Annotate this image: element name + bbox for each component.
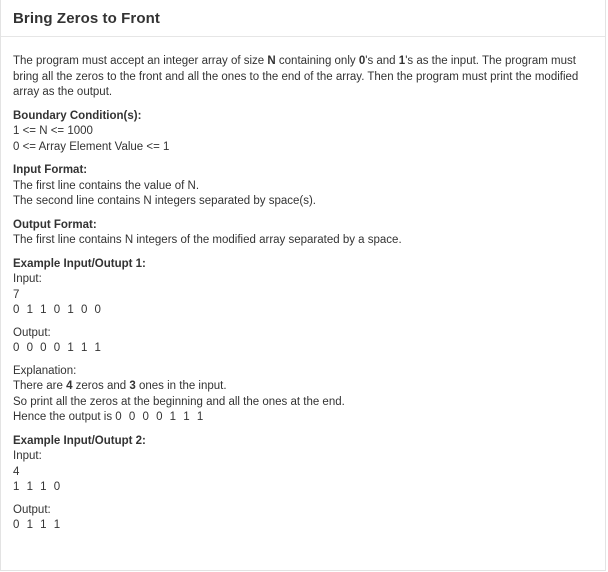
desc-text-2: containing only <box>275 55 359 67</box>
output-format-section: Output Format: The first line contains N… <box>13 218 598 249</box>
example-1-input-label: Input: <box>13 273 42 285</box>
output-format-label: Output Format: <box>13 218 97 231</box>
boundary-section: Boundary Condition(s): 1 <= N <= 1000 0 … <box>13 109 598 156</box>
example-2-output-label: Output: <box>13 503 51 516</box>
example-2-section: Example Input/Outupt 2: Input: 4 1 1 1 0… <box>13 434 598 534</box>
example-1-label: Example Input/Outupt 1: <box>13 257 146 270</box>
desc-text-3: 's and <box>365 55 399 67</box>
exp-text: zeros and <box>72 380 130 392</box>
desc-text-1: The program must accept an integer array… <box>13 55 268 67</box>
input-format-label: Input Format: <box>13 164 88 176</box>
example-1-input-line: 0 1 1 0 1 0 0 <box>13 304 103 316</box>
exp-text: ones in the input. <box>135 380 227 392</box>
input-format-line: The second line contains N integers sepa… <box>13 195 316 207</box>
page-title: Bring Zeros to Front <box>13 10 160 27</box>
problem-content: The program must accept an integer array… <box>13 54 598 534</box>
example-1-output-label: Output: <box>13 326 51 339</box>
example-1-explanation-label: Explanation: <box>13 364 77 377</box>
problem-description: The program must accept an integer array… <box>13 54 598 101</box>
exp-output-sequence: 0 0 0 0 1 1 1 <box>115 411 206 423</box>
desc-bold-n: N <box>267 55 276 67</box>
example-1-explanation-line: Hence the output is 0 0 0 0 1 1 1 <box>13 410 598 426</box>
example-2-input-label: Input: <box>13 450 42 462</box>
example-1-input-line: 7 <box>13 288 20 301</box>
example-2-output-line: 0 1 1 1 <box>13 519 63 531</box>
example-2-input-line: 4 <box>13 465 20 478</box>
boundary-line: 1 <= N <= 1000 <box>13 125 93 137</box>
example-1-section: Example Input/Outupt 1: Input: 7 0 1 1 0… <box>13 257 598 426</box>
boundary-label: Boundary Condition(s): <box>13 109 142 122</box>
exp-text: There are <box>13 380 67 392</box>
output-format-line: The first line contains N integers of th… <box>13 234 402 246</box>
example-2-label: Example Input/Outupt 2: <box>13 434 146 447</box>
input-format-section: Input Format: The first line contains th… <box>13 163 598 210</box>
problem-page: Bring Zeros to Front The program must ac… <box>0 0 606 571</box>
input-format-line: The first line contains the value of N. <box>13 179 200 192</box>
example-1-output-line: 0 0 0 0 1 1 1 <box>13 342 103 354</box>
boundary-line: 0 <= Array Element Value <= 1 <box>13 140 170 153</box>
example-1-explanation-line: There are 4 zeros and 3 ones in the inpu… <box>13 379 598 395</box>
example-1-explanation-line: So print all the zeros at the beginning … <box>13 395 345 408</box>
exp-text: Hence the output is <box>13 411 116 423</box>
title-divider <box>1 36 605 37</box>
example-2-input-line: 1 1 1 0 <box>13 481 63 493</box>
